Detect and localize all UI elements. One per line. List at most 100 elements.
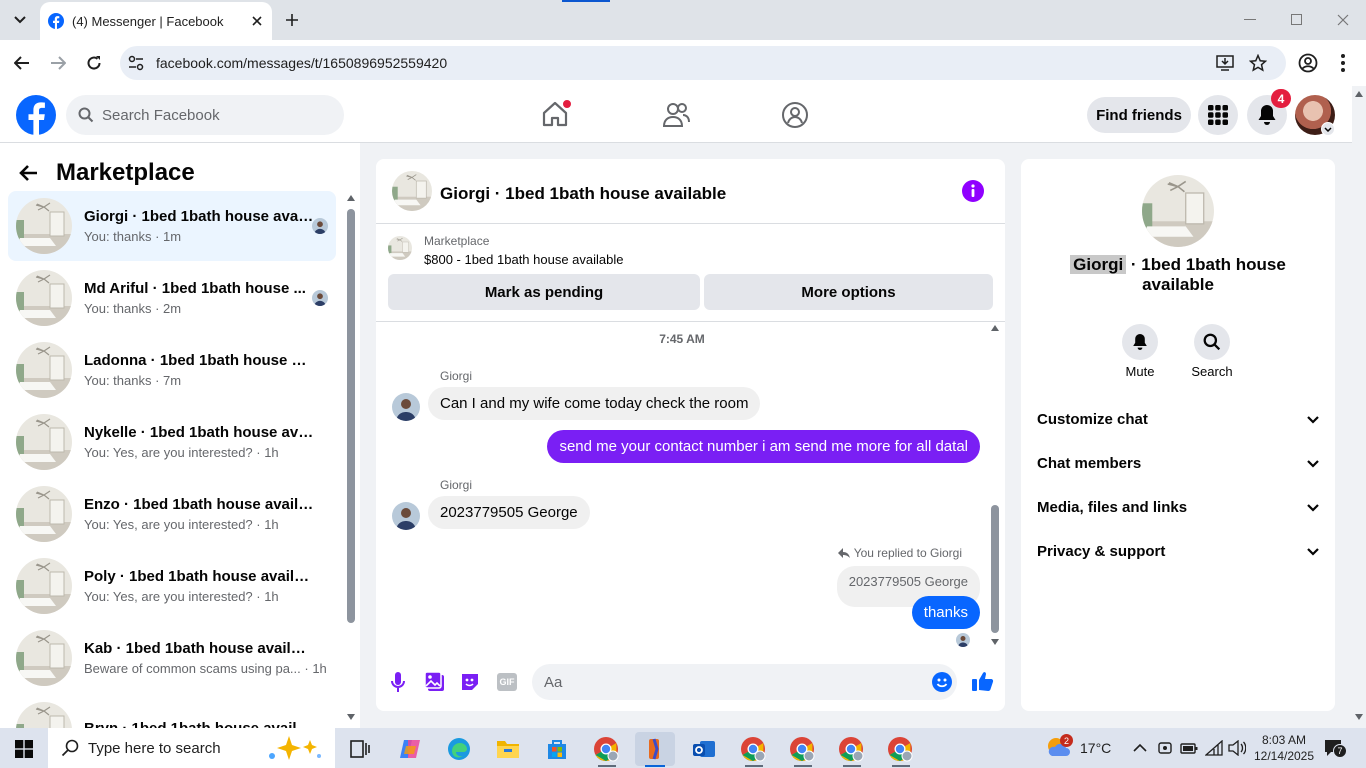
search-highlight-icon — [269, 736, 321, 760]
forward-button[interactable] — [42, 47, 74, 79]
emoji-icon[interactable] — [932, 672, 952, 692]
url-text[interactable]: facebook.com/messages/t/1650896952559420 — [156, 55, 447, 71]
page-scrollbar[interactable] — [1352, 88, 1366, 728]
account-chevron-icon[interactable] — [1321, 122, 1335, 136]
info-avatar[interactable] — [1142, 175, 1214, 247]
copilot-icon[interactable] — [390, 732, 430, 766]
info-section-chat-members[interactable]: Chat members — [1037, 455, 1319, 472]
tab-title: (4) Messenger | Facebook — [72, 13, 224, 29]
message-bubble-incoming[interactable]: 2023779505 George — [428, 496, 590, 529]
conversation-name: Giorgi · 1bed 1bath house avai... — [84, 208, 314, 225]
restore-icon[interactable] — [1291, 14, 1302, 25]
sender-avatar[interactable] — [392, 393, 420, 421]
sidebar-scrollbar[interactable] — [346, 193, 356, 723]
find-friends-button[interactable]: Find friends — [1087, 97, 1191, 133]
listing-text[interactable]: $800 - 1bed 1bath house available — [424, 252, 624, 267]
menu-button[interactable] — [1198, 95, 1238, 135]
mark-as-pending-button[interactable]: Mark as pending — [388, 274, 700, 310]
battery-icon[interactable] — [1180, 741, 1198, 755]
temperature[interactable]: 17°C — [1080, 740, 1111, 756]
attach-photo-icon[interactable] — [425, 672, 445, 692]
back-button[interactable] — [6, 47, 38, 79]
search-in-conversation-button[interactable] — [1194, 324, 1230, 360]
microsoft-store-icon[interactable] — [537, 732, 577, 766]
conversation-name: Kab · 1bed 1bath house available — [84, 640, 314, 657]
show-hidden-icons-icon[interactable] — [1133, 743, 1147, 752]
gif-icon[interactable]: GIF — [497, 673, 517, 691]
tab-search-button[interactable] — [4, 4, 36, 36]
microphone-icon[interactable] — [391, 672, 405, 692]
file-explorer-icon[interactable] — [488, 732, 528, 766]
conversation-name: Ladonna · 1bed 1bath house avai... — [84, 352, 314, 369]
info-title: Giorgi · 1bed 1bath house available — [1021, 255, 1335, 295]
notification-count: 7 — [1333, 744, 1347, 758]
nav-home[interactable] — [541, 99, 572, 127]
notification-center-button[interactable]: 7 — [1323, 738, 1347, 758]
message-bubble-outgoing[interactable]: send me your contact number i am send me… — [547, 430, 980, 463]
conversation-item[interactable]: Enzo · 1bed 1bath house available You: Ye… — [8, 479, 336, 549]
edge-browser-icon[interactable] — [439, 732, 479, 766]
listing-thumbnail[interactable] — [388, 236, 412, 260]
chat-scrollbar[interactable] — [990, 325, 1000, 647]
conversation-name: Nykelle · 1bed 1bath house avail... — [84, 424, 314, 441]
taskbar-search-input[interactable]: Type here to search — [48, 728, 335, 768]
conversation-preview: You: Yes, are you interested? · 1h — [84, 517, 279, 532]
address-bar[interactable]: facebook.com/messages/t/1650896952559420 — [120, 46, 1286, 80]
sender-avatar[interactable] — [392, 502, 420, 530]
chrome-profile-3-icon[interactable] — [782, 732, 822, 766]
back-arrow-icon[interactable] — [18, 164, 38, 182]
install-app-icon[interactable] — [1216, 55, 1234, 71]
profile-icon[interactable] — [1298, 53, 1318, 73]
info-section-media-files-and-links[interactable]: Media, files and links — [1037, 499, 1319, 516]
chat-panel: Giorgi · 1bed 1bath house available Mark… — [376, 159, 1005, 711]
groups-nav-icon[interactable] — [781, 101, 809, 129]
conversation-item[interactable]: Poly · 1bed 1bath house available You: Ye… — [8, 551, 336, 621]
bookmark-star-icon[interactable] — [1249, 54, 1267, 72]
close-tab-icon[interactable] — [252, 16, 262, 26]
more-options-button[interactable]: More options — [704, 274, 993, 310]
window-close-icon[interactable] — [1337, 14, 1349, 26]
active-app-icon[interactable] — [635, 732, 675, 766]
message-bubble-outgoing[interactable]: thanks — [911, 596, 980, 629]
search-icon — [61, 739, 79, 757]
friends-nav-icon[interactable] — [662, 102, 690, 128]
home-notification-dot — [562, 99, 572, 109]
chrome-profile-1-icon[interactable] — [586, 732, 626, 766]
facebook-search-input[interactable]: Search Facebook — [66, 95, 344, 135]
meet-now-icon[interactable] — [1157, 740, 1173, 756]
conversation-item[interactable]: Ladonna · 1bed 1bath house avai... You: t… — [8, 335, 336, 405]
chrome-profile-2-icon[interactable] — [733, 732, 773, 766]
message-input[interactable]: Aa — [532, 664, 957, 700]
facebook-logo-icon[interactable] — [16, 95, 56, 135]
system-clock[interactable]: 8:03 AM 12/14/2025 — [1251, 732, 1317, 764]
wifi-icon[interactable] — [1205, 740, 1223, 756]
message-timestamp: 7:45 AM — [659, 332, 705, 346]
reload-button[interactable] — [78, 47, 110, 79]
mute-button[interactable] — [1122, 324, 1158, 360]
chrome-profile-5-icon[interactable] — [880, 732, 920, 766]
chrome-profile-4-icon[interactable] — [831, 732, 871, 766]
notification-badge: 4 — [1271, 89, 1291, 108]
browser-tab[interactable]: (4) Messenger | Facebook — [40, 2, 272, 40]
conversation-item[interactable]: Nykelle · 1bed 1bath house avail... You: … — [8, 407, 336, 477]
taskbar-search-placeholder: Type here to search — [88, 739, 221, 757]
task-view-icon[interactable] — [340, 732, 380, 766]
chat-title[interactable]: Giorgi · 1bed 1bath house available — [440, 184, 726, 204]
info-section-privacy-support[interactable]: Privacy & support — [1037, 543, 1319, 560]
browser-menu-icon[interactable] — [1341, 54, 1345, 72]
volume-icon[interactable] — [1228, 740, 1246, 756]
like-thumbs-up-icon[interactable] — [972, 670, 994, 692]
outlook-icon[interactable] — [684, 732, 724, 766]
info-section-customize-chat[interactable]: Customize chat — [1037, 411, 1319, 428]
new-tab-button[interactable] — [276, 4, 308, 36]
conversation-info-icon[interactable] — [962, 180, 984, 202]
conversation-item[interactable]: Md Ariful · 1bed 1bath house ... You: tha… — [8, 263, 336, 333]
conversation-item[interactable]: Kab · 1bed 1bath house available Beware o… — [8, 623, 336, 693]
minimize-icon[interactable] — [1244, 19, 1256, 20]
message-bubble-incoming[interactable]: Can I and my wife come today check the r… — [428, 387, 761, 420]
conversation-item[interactable]: Giorgi · 1bed 1bath house avai... You: th… — [8, 191, 336, 261]
sticker-icon[interactable] — [460, 672, 480, 692]
chat-header-avatar[interactable] — [392, 171, 432, 211]
windows-start-icon[interactable] — [15, 740, 33, 758]
site-settings-icon[interactable] — [128, 55, 144, 71]
